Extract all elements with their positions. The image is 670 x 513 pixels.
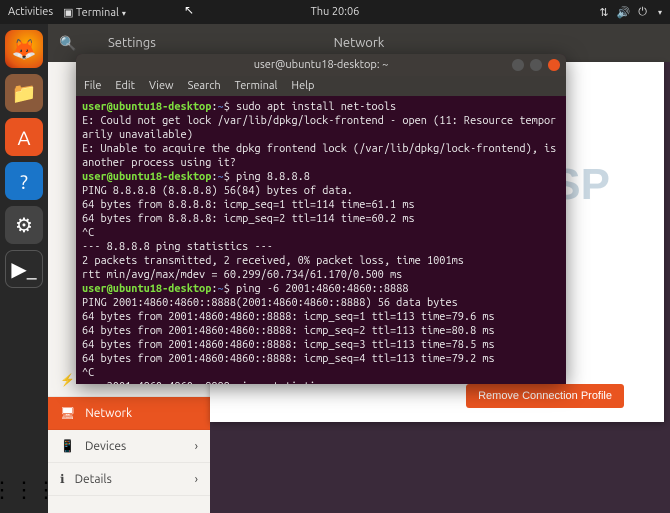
mouse-cursor-icon: ↖ <box>184 3 194 17</box>
terminal-output[interactable]: user@ubuntu18-desktop:~$ sudo apt instal… <box>76 96 566 384</box>
power-icon: ⚡ <box>60 373 75 387</box>
sidebar-item-details[interactable]: ℹDetails› <box>48 463 210 496</box>
network-icon[interactable]: ⇅ <box>599 6 608 19</box>
dock-firefox[interactable]: 🦊 <box>5 30 43 68</box>
app-menu[interactable]: ▣ Terminal▾ <box>63 6 126 19</box>
network-icon: 🖥 <box>60 406 75 420</box>
menu-edit[interactable]: Edit <box>115 80 135 92</box>
panel-title: Network <box>334 36 385 50</box>
top-bar: Activities ▣ Terminal▾ Thu 20:06 ⇅ 🔊 ⏻ ▾ <box>0 0 670 24</box>
minimize-button[interactable] <box>512 59 524 71</box>
settings-title: Settings <box>108 36 156 50</box>
search-icon[interactable]: 🔍 <box>48 35 88 52</box>
dock-help[interactable]: ? <box>5 162 43 200</box>
chevron-right-icon: › <box>195 440 198 453</box>
terminal-titlebar[interactable]: user@ubuntu18-desktop: ~ <box>76 54 566 76</box>
dock-settings[interactable]: ⚙ <box>5 206 43 244</box>
close-button[interactable] <box>548 59 560 71</box>
remove-connection-button[interactable]: Remove Connection Profile <box>466 384 624 408</box>
menu-view[interactable]: View <box>149 80 174 92</box>
maximize-button[interactable] <box>530 59 542 71</box>
activities-button[interactable]: Activities <box>8 6 53 18</box>
dock-files[interactable]: 📁 <box>5 74 43 112</box>
terminal-menubar: File Edit View Search Terminal Help <box>76 76 566 96</box>
chevron-right-icon: › <box>195 473 198 486</box>
menu-file[interactable]: File <box>84 80 101 92</box>
terminal-window[interactable]: user@ubuntu18-desktop: ~ File Edit View … <box>76 54 566 384</box>
sidebar-item-network[interactable]: 🖥Network <box>48 397 210 430</box>
devices-icon: 📱 <box>60 439 75 453</box>
dock: 🦊 📁 A ? ⚙ ▶_ ⋮⋮⋮ <box>0 24 48 513</box>
menu-terminal[interactable]: Terminal <box>235 80 278 92</box>
clock[interactable]: Thu 20:06 <box>311 6 360 18</box>
dock-software[interactable]: A <box>5 118 43 156</box>
dock-terminal[interactable]: ▶_ <box>5 250 43 288</box>
menu-help[interactable]: Help <box>291 80 314 92</box>
sidebar-item-devices[interactable]: 📱Devices› <box>48 430 210 463</box>
info-icon: ℹ <box>60 472 65 486</box>
menu-search[interactable]: Search <box>188 80 221 92</box>
power-icon[interactable]: ⏻ <box>638 6 647 19</box>
terminal-title: user@ubuntu18-desktop: ~ <box>254 59 389 71</box>
volume-icon[interactable]: 🔊 <box>617 6 631 19</box>
chevron-down-icon[interactable]: ▾ <box>658 8 662 17</box>
